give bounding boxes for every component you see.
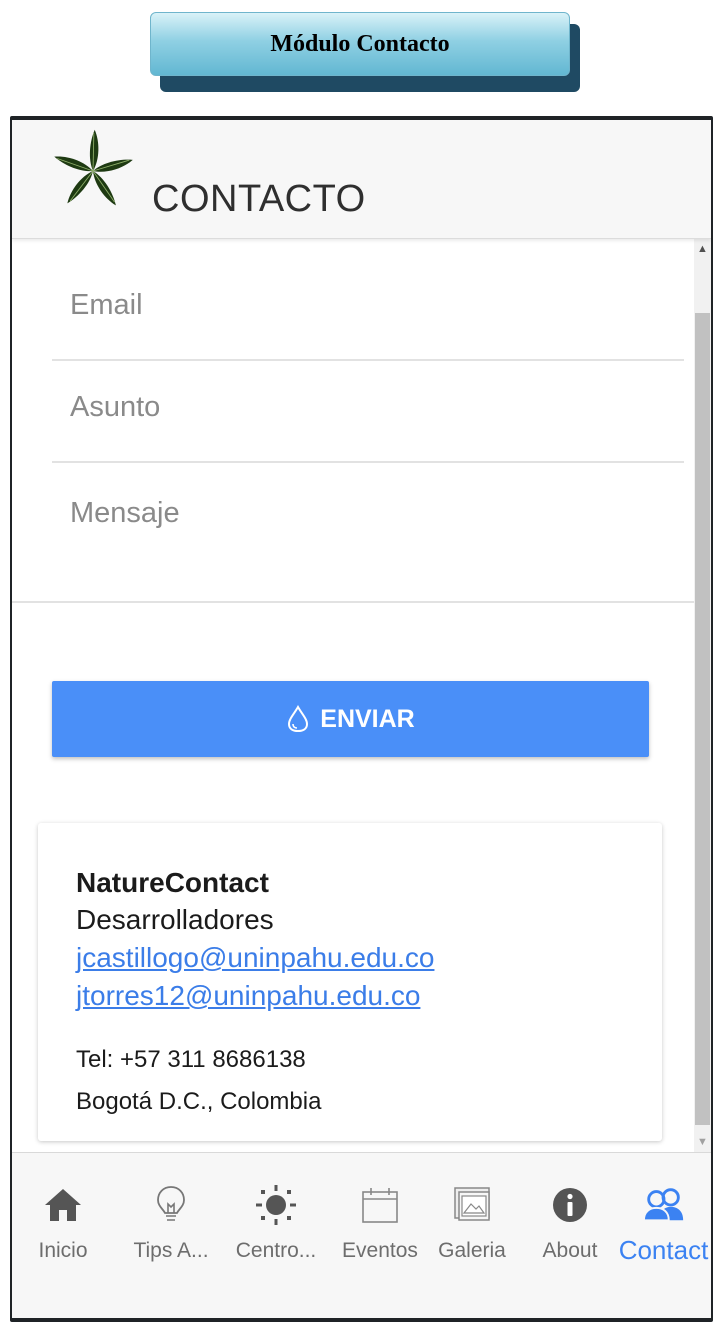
gallery-icon: [450, 1183, 494, 1227]
scroll-thumb[interactable]: [695, 313, 710, 1125]
tab-contact[interactable]: Contact: [616, 1153, 711, 1318]
banner-box: Módulo Contacto: [150, 12, 570, 76]
tab-label: Centro...: [235, 1239, 317, 1262]
scrollbar[interactable]: ▲ ▼: [694, 239, 711, 1152]
lightbulb-icon: [149, 1183, 193, 1227]
page-title: CONTACTO: [152, 178, 366, 220]
app-header: CONTACTO: [12, 120, 711, 239]
message-field-wrap: [52, 463, 684, 603]
tab-label: Eventos: [342, 1239, 418, 1262]
tab-label: Tips A...: [133, 1239, 209, 1262]
tab-label: About: [542, 1239, 598, 1262]
info-icon: [548, 1183, 592, 1227]
email-link[interactable]: jcastillogo@uninpahu.edu.co: [76, 939, 662, 977]
calendar-icon: [358, 1183, 402, 1227]
scroll-up-arrow-icon[interactable]: ▲: [694, 239, 711, 259]
contact-info-card: NatureContact Desarrolladores jcastillog…: [38, 823, 662, 1141]
sun-icon: [254, 1183, 298, 1227]
tab-tips[interactable]: Tips A...: [116, 1153, 226, 1318]
city-text: Bogotá D.C., Colombia: [76, 1088, 322, 1115]
subject-field-wrap: [52, 361, 684, 463]
phone-text: Tel: +57 311 8686138: [76, 1046, 306, 1073]
contact-form-area: ENVIAR NatureContact Desarrolladores jca…: [12, 239, 694, 1152]
banner-title: Módulo Contacto: [270, 30, 450, 57]
send-button[interactable]: ENVIAR: [52, 681, 649, 757]
module-banner: Módulo Contacto: [150, 12, 582, 94]
tab-label: Contact: [618, 1235, 709, 1265]
email-field-wrap: [52, 239, 684, 361]
tab-centro[interactable]: Centro...: [222, 1153, 330, 1318]
developers-label: Desarrolladores: [76, 904, 274, 935]
tab-label: Galeria: [438, 1239, 506, 1262]
leaf-star-logo: [54, 129, 133, 206]
tab-inicio[interactable]: Inicio: [12, 1153, 114, 1318]
tab-eventos[interactable]: Eventos: [332, 1153, 428, 1318]
bottom-tab-bar: Inicio Tips A... Centro... Eventos Galer…: [12, 1152, 711, 1318]
tab-galeria[interactable]: Galeria: [428, 1153, 516, 1318]
home-icon: [41, 1183, 85, 1227]
app-screen: CONTACTO ENVIAR NatureContact: [12, 120, 711, 1318]
tab-about[interactable]: About: [526, 1153, 614, 1318]
water-drop-icon: [288, 705, 309, 733]
app-name: NatureContact: [76, 867, 269, 898]
tab-label: Inicio: [38, 1239, 88, 1262]
email-input[interactable]: [52, 289, 684, 322]
scroll-down-arrow-icon[interactable]: ▼: [694, 1132, 711, 1152]
contacts-icon: [642, 1183, 686, 1227]
send-button-label: ENVIAR: [320, 704, 415, 733]
message-textarea[interactable]: [52, 497, 684, 563]
message-divider: [12, 601, 694, 603]
subject-input[interactable]: [52, 391, 684, 424]
phone-frame: CONTACTO ENVIAR NatureContact: [10, 116, 713, 1322]
email-link[interactable]: jtorres12@uninpahu.edu.co: [76, 977, 662, 1015]
